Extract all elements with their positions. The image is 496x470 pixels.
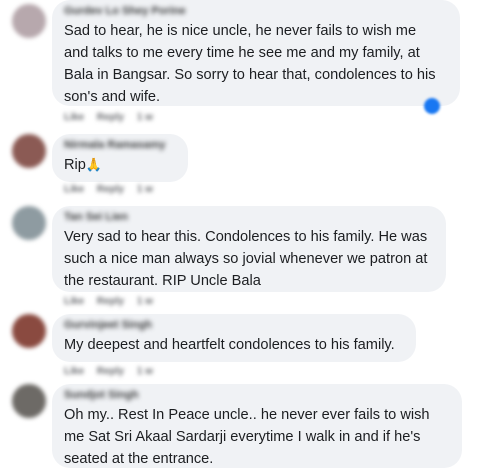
comment-actions: Like Reply 1 w bbox=[64, 366, 163, 377]
timestamp[interactable]: 1 w bbox=[137, 366, 153, 377]
avatar[interactable] bbox=[12, 314, 46, 348]
comment-text: Sad to hear, he is nice uncle, he never … bbox=[64, 23, 436, 105]
comment-author[interactable]: Gurdev Lo Shey Porine bbox=[64, 0, 448, 20]
avatar[interactable] bbox=[12, 206, 46, 240]
reaction-icon[interactable] bbox=[424, 98, 440, 114]
comment-author[interactable]: Gurvinjeet Singh bbox=[64, 314, 404, 334]
comment-bubble: Nirmala Ramasamy Rip🙏 bbox=[52, 134, 188, 182]
comment-actions: Like Reply 1 w bbox=[64, 296, 163, 307]
comment-bubble: Sundjot Singh Oh my.. Rest In Peace uncl… bbox=[52, 384, 462, 468]
comment-author[interactable]: Sundjot Singh bbox=[64, 384, 450, 404]
comment-actions: Like Reply 1 w bbox=[64, 112, 163, 123]
like-button[interactable]: Like bbox=[64, 366, 84, 377]
avatar[interactable] bbox=[12, 134, 46, 168]
like-button[interactable]: Like bbox=[64, 296, 84, 307]
timestamp[interactable]: 1 w bbox=[137, 112, 153, 123]
reply-button[interactable]: Reply bbox=[97, 184, 124, 195]
reply-button[interactable]: Reply bbox=[97, 366, 124, 377]
praying-hands-icon: 🙏 bbox=[85, 157, 103, 172]
comment-actions: Like Reply 1 w bbox=[64, 184, 163, 195]
like-button[interactable]: Like bbox=[64, 112, 84, 123]
like-button[interactable]: Like bbox=[64, 184, 84, 195]
timestamp[interactable]: 1 w bbox=[137, 184, 153, 195]
reply-button[interactable]: Reply bbox=[97, 112, 124, 123]
comment-bubble: Gurvinjeet Singh My deepest and heartfel… bbox=[52, 314, 416, 362]
comment-text: Rip🙏 bbox=[64, 154, 176, 176]
comment-author[interactable]: Nirmala Ramasamy bbox=[64, 134, 176, 154]
timestamp[interactable]: 1 w bbox=[137, 296, 153, 307]
avatar[interactable] bbox=[12, 384, 46, 418]
reply-button[interactable]: Reply bbox=[97, 296, 124, 307]
comment-text: Oh my.. Rest In Peace uncle.. he never e… bbox=[64, 407, 430, 467]
avatar[interactable] bbox=[12, 4, 46, 38]
comment-text: Very sad to hear this. Condolences to hi… bbox=[64, 229, 428, 289]
comment-text: My deepest and heartfelt condolences to … bbox=[64, 337, 395, 353]
comment-bubble: Tan Sei Lien Very sad to hear this. Cond… bbox=[52, 206, 446, 292]
comment-text-value: Rip bbox=[64, 157, 86, 173]
comment-bubble: Gurdev Lo Shey Porine Sad to hear, he is… bbox=[52, 0, 460, 106]
comment-author[interactable]: Tan Sei Lien bbox=[64, 206, 434, 226]
